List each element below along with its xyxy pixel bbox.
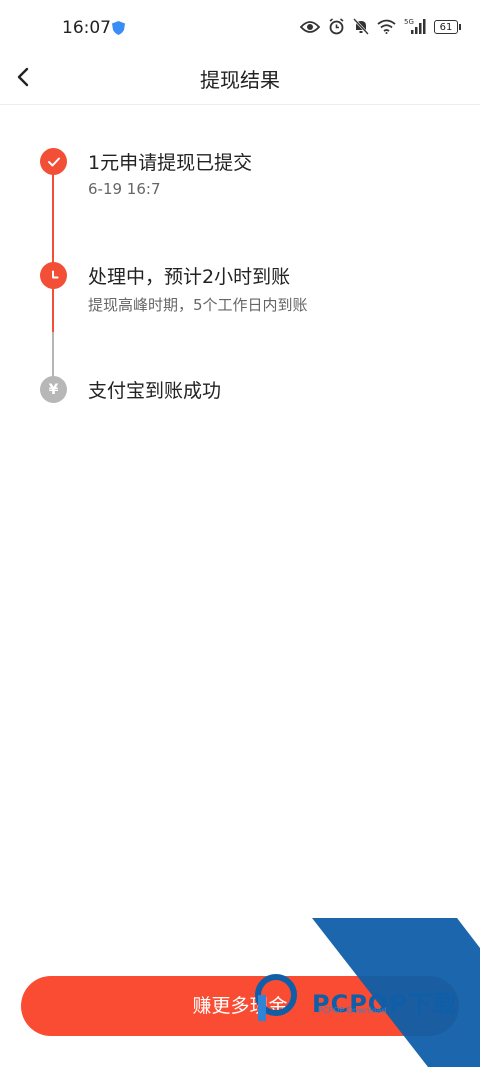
eye-icon — [300, 20, 320, 33]
alarm-icon — [329, 18, 344, 35]
step-subtitle: 6-19 16:7 — [88, 180, 161, 198]
step-title: 支付宝到账成功 — [88, 380, 222, 402]
clock-icon — [40, 262, 67, 289]
step-subtitle: 提现高峰时期，5个工作日内到账 — [88, 296, 308, 314]
bell-muted-icon — [353, 18, 369, 35]
page-title: 提现结果 — [200, 68, 280, 92]
wifi-icon — [377, 19, 396, 34]
step-title: 1元申请提现已提交 — [88, 152, 253, 174]
timeline-line-active — [52, 162, 54, 332]
status-time: 16:07 — [62, 18, 111, 38]
step-title: 处理中，预计2小时到账 — [88, 266, 291, 288]
check-icon — [40, 148, 67, 175]
svg-text:5G: 5G — [404, 18, 414, 26]
timeline-line-pending — [52, 332, 54, 378]
yuan-icon: ¥ — [40, 376, 67, 403]
signal-icon: 5G — [404, 18, 426, 34]
status-icons: 5G 61 — [300, 18, 461, 35]
battery-icon: 61 — [434, 19, 461, 34]
shield-icon — [112, 21, 125, 35]
earn-more-cash-button[interactable]: 赚更多现金 — [21, 976, 459, 1036]
nav-bar: 提现结果 — [0, 50, 480, 105]
